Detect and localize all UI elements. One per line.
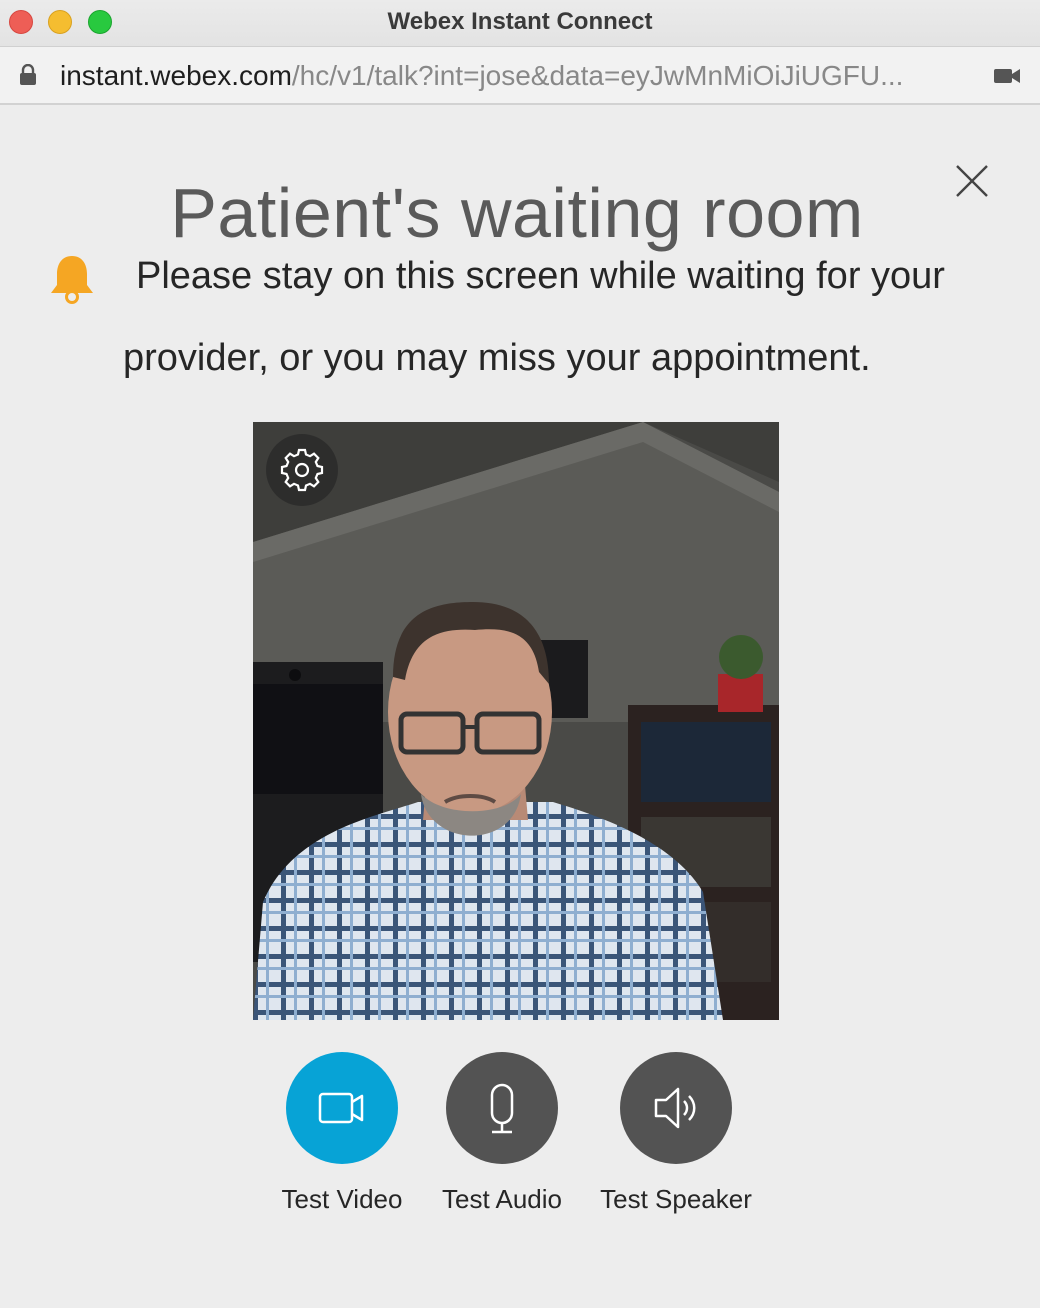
test-speaker-label[interactable]: Test Speaker: [576, 1184, 776, 1215]
waiting-room-panel: Patient's waiting room Please stay on th…: [0, 105, 1040, 1308]
url-path: /hc/v1/talk?int=jose&data=eyJwMnMiOiJiUG…: [291, 60, 904, 91]
self-view-video: [253, 422, 779, 1020]
gear-icon: [280, 448, 324, 492]
camera-icon[interactable]: [993, 67, 1021, 85]
title-bar: Webex Instant Connect: [0, 0, 1040, 47]
address-bar[interactable]: instant.webex.com/hc/v1/talk?int=jose&da…: [0, 47, 1040, 105]
video-camera-icon: [318, 1092, 364, 1124]
test-audio-label[interactable]: Test Audio: [402, 1184, 602, 1215]
bell-icon: [51, 256, 93, 304]
page-title: Patient's waiting room: [170, 174, 864, 252]
url-text[interactable]: instant.webex.com/hc/v1/talk?int=jose&da…: [60, 60, 960, 92]
video-settings-button[interactable]: [266, 434, 338, 506]
lock-icon: [20, 64, 36, 85]
waiting-notice-line2: provider, or you may miss your appointme…: [123, 337, 871, 379]
test-speaker-button[interactable]: [620, 1052, 732, 1164]
test-audio-button[interactable]: [446, 1052, 558, 1164]
speaker-icon: [654, 1087, 696, 1129]
url-host: instant.webex.com: [60, 60, 292, 91]
test-video-button[interactable]: [286, 1052, 398, 1164]
app-window: Webex Instant Connect instant.webex.com/…: [0, 0, 1040, 1308]
video-frame: [253, 422, 779, 1020]
microphone-icon: [490, 1083, 514, 1134]
window-title: Webex Instant Connect: [387, 8, 653, 35]
waiting-notice-line1: Please stay on this screen while waiting…: [136, 255, 945, 297]
